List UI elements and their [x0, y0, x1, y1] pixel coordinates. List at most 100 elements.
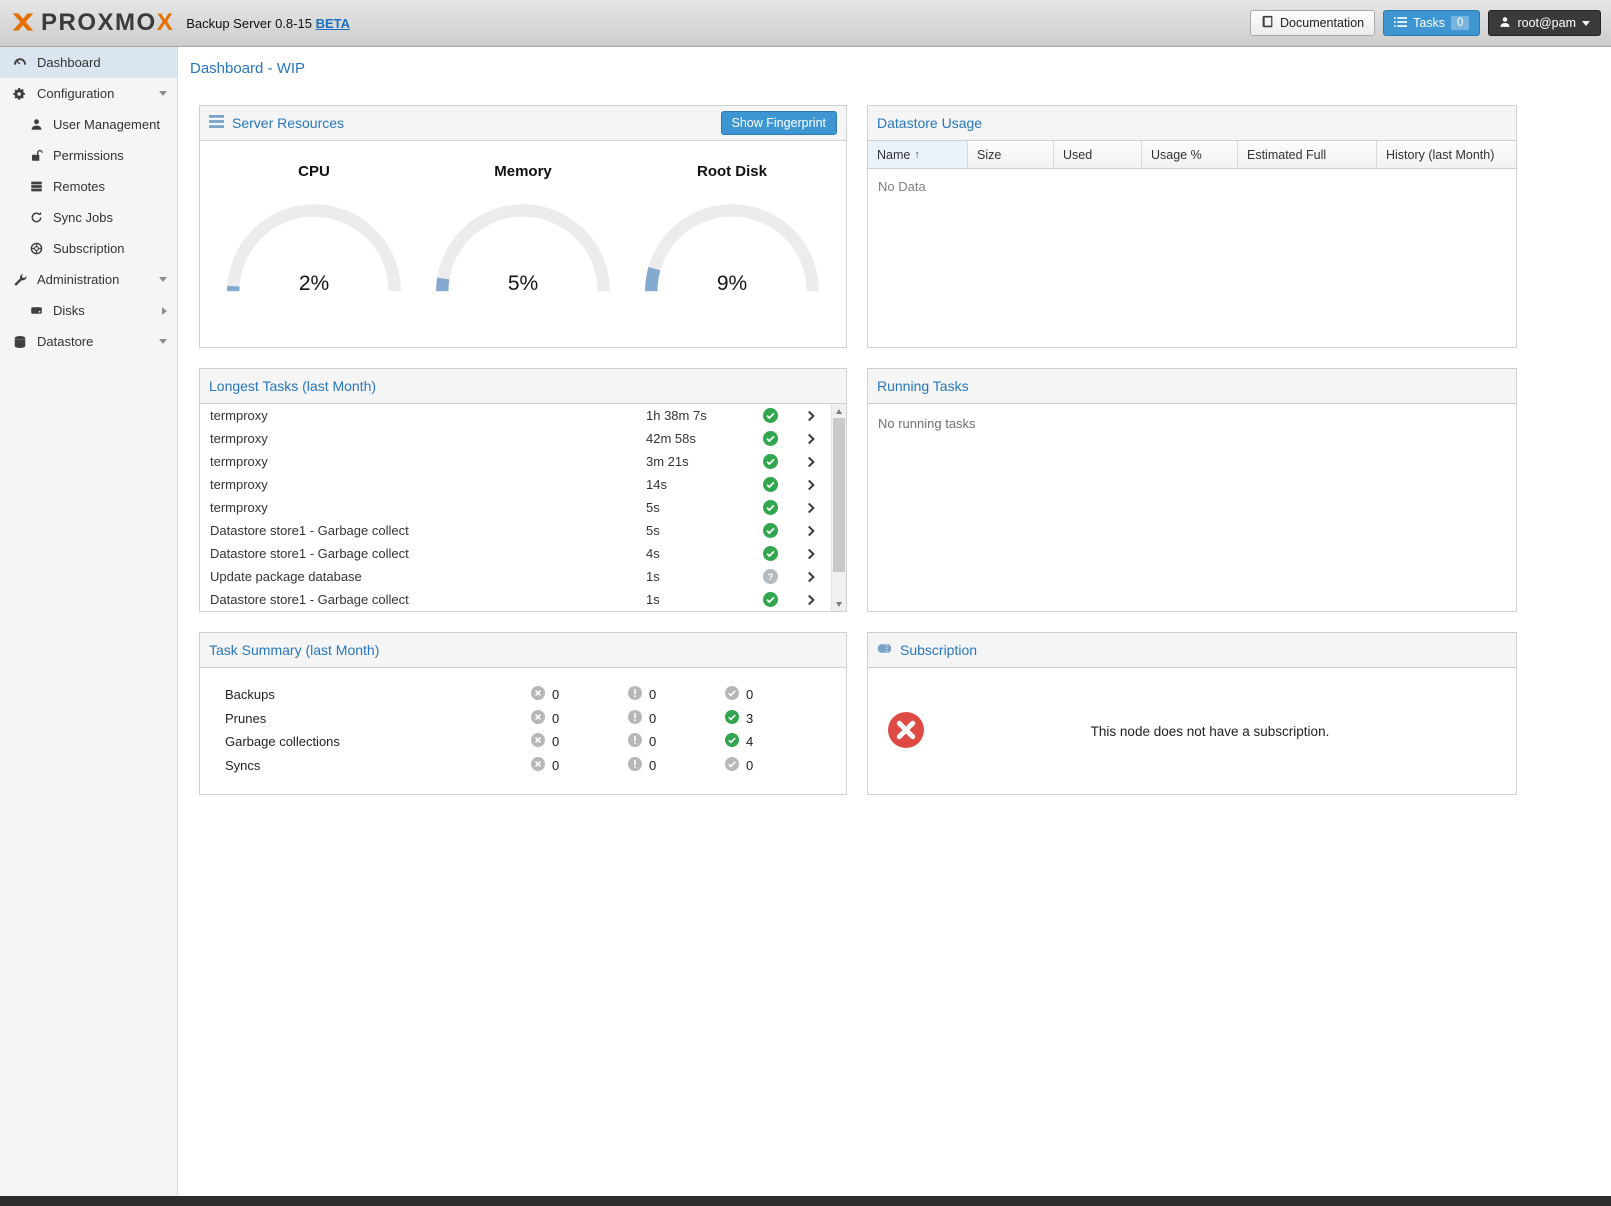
status-ok-icon	[749, 592, 791, 607]
column-header-estimated-full[interactable]: Estimated Full	[1238, 141, 1377, 168]
error-count-group[interactable]: 0	[531, 710, 628, 727]
task-duration: 1s	[646, 569, 749, 584]
proxmox-logo[interactable]: PROXMOX	[10, 9, 174, 38]
column-header-size[interactable]: Size	[968, 141, 1054, 168]
error-count-group[interactable]: 0	[531, 686, 628, 703]
open-task-chevron-icon[interactable]	[791, 433, 831, 445]
task-row[interactable]: termproxy 3m 21s	[200, 450, 831, 473]
status-ok-icon	[749, 477, 791, 492]
status-ok-icon	[749, 454, 791, 469]
open-task-chevron-icon[interactable]	[791, 456, 831, 468]
column-header-usage-percent[interactable]: Usage %	[1142, 141, 1238, 168]
task-name: Update package database	[200, 569, 646, 584]
warning-count-group[interactable]: 0	[628, 757, 725, 774]
sidebar-item-disks[interactable]: Disks	[0, 295, 177, 326]
root-disk-gauge: Root Disk 9%	[637, 141, 827, 297]
server-resources-header: Server Resources Show Fingerprint	[200, 106, 846, 141]
tasks-button[interactable]: Tasks 0	[1383, 10, 1480, 36]
task-row[interactable]: termproxy 1h 38m 7s	[200, 404, 831, 427]
column-header-used[interactable]: Used	[1054, 141, 1142, 168]
user-menu-button[interactable]: root@pam	[1488, 10, 1601, 36]
subscription-panel: Subscription This node does not have a s…	[867, 632, 1517, 795]
chevron-down-icon[interactable]	[159, 339, 167, 344]
sidebar-item-sync-jobs[interactable]: Sync Jobs	[0, 202, 177, 233]
error-count-group[interactable]: 0	[531, 757, 628, 774]
sidebar-item-label: User Management	[53, 117, 160, 132]
task-row[interactable]: Datastore store1 - Garbage collect 5s	[200, 519, 831, 542]
open-task-chevron-icon[interactable]	[791, 525, 831, 537]
chevron-down-icon	[1582, 21, 1590, 26]
warning-circle-icon	[628, 733, 642, 750]
task-name: termproxy	[200, 408, 646, 423]
column-header-history[interactable]: History (last Month)	[1377, 141, 1516, 168]
documentation-button[interactable]: Documentation	[1250, 10, 1375, 36]
sidebar-item-label: Configuration	[37, 86, 114, 101]
open-task-chevron-icon[interactable]	[791, 594, 831, 606]
ok-count-group[interactable]: 3	[725, 710, 822, 727]
ok-count-group[interactable]: 0	[725, 757, 822, 774]
triangle-down-icon	[836, 602, 842, 607]
task-row[interactable]: Datastore store1 - Garbage collect 4s	[200, 542, 831, 565]
ticket-icon	[877, 642, 892, 658]
open-task-chevron-icon[interactable]	[791, 548, 831, 560]
sidebar-item-administration[interactable]: Administration	[0, 264, 177, 295]
scroll-down-button[interactable]	[832, 597, 846, 611]
task-summary-header: Task Summary (last Month)	[200, 633, 846, 668]
summary-label: Backups	[200, 687, 531, 702]
error-circle-icon	[531, 733, 545, 750]
resource-bars-icon	[209, 115, 224, 131]
datastore-usage-body: Name ↑ Size Used Usage % Estimated Full …	[868, 141, 1516, 347]
main-content: Dashboard - WIP Server Resources Show Fi…	[178, 47, 1611, 1196]
sidebar-item-configuration[interactable]: Configuration	[0, 78, 177, 109]
scrollbar-thumb[interactable]	[833, 418, 845, 572]
sidebar-item-datastore[interactable]: Datastore	[0, 326, 177, 357]
open-task-chevron-icon[interactable]	[791, 502, 831, 514]
scroll-up-button[interactable]	[832, 404, 846, 418]
user-icon	[28, 118, 44, 131]
book-icon	[1261, 15, 1274, 31]
chevron-down-icon[interactable]	[159, 91, 167, 96]
status-ok-icon	[749, 546, 791, 561]
task-row[interactable]: termproxy 14s	[200, 473, 831, 496]
status-ok-icon	[749, 431, 791, 446]
task-row[interactable]: Datastore store1 - Garbage collect 1s	[200, 588, 831, 611]
warning-count-group[interactable]: 0	[628, 710, 725, 727]
task-list-icon	[1394, 16, 1407, 31]
warning-count-group[interactable]: 0	[628, 733, 725, 750]
sidebar-item-remotes[interactable]: Remotes	[0, 171, 177, 202]
running-tasks-panel: Running Tasks No running tasks	[867, 368, 1517, 612]
summary-label: Prunes	[200, 711, 531, 726]
task-name: termproxy	[200, 500, 646, 515]
sidebar-item-label: Permissions	[53, 148, 124, 163]
task-row[interactable]: Update package database 1s ?	[200, 565, 831, 588]
beta-link[interactable]: BETA	[316, 16, 350, 31]
sidebar-item-dashboard[interactable]: Dashboard	[0, 47, 177, 78]
open-task-chevron-icon[interactable]	[791, 479, 831, 491]
ok-circle-icon	[725, 733, 739, 750]
longest-tasks-body: termproxy 1h 38m 7s termproxy 42m 58s	[200, 404, 846, 611]
show-fingerprint-button[interactable]: Show Fingerprint	[721, 111, 838, 135]
chevron-right-icon[interactable]	[162, 307, 167, 315]
open-task-chevron-icon[interactable]	[791, 410, 831, 422]
chevron-down-icon[interactable]	[159, 277, 167, 282]
task-row[interactable]: termproxy 42m 58s	[200, 427, 831, 450]
error-count-group[interactable]: 0	[531, 733, 628, 750]
task-row[interactable]: termproxy 5s	[200, 496, 831, 519]
subscription-message: This node does not have a subscription.	[924, 724, 1496, 739]
subscription-header: Subscription	[868, 633, 1516, 668]
proxmox-logo-icon	[10, 9, 36, 38]
open-task-chevron-icon[interactable]	[791, 571, 831, 583]
vertical-scrollbar[interactable]	[831, 404, 846, 611]
sidebar-item-subscription[interactable]: Subscription	[0, 233, 177, 264]
sidebar-item-user-management[interactable]: User Management	[0, 109, 177, 140]
app-version-text: Backup Server 0.8-15	[186, 16, 312, 31]
tasks-label: Tasks	[1413, 16, 1445, 30]
sync-icon	[28, 211, 44, 224]
ok-count-group[interactable]: 4	[725, 733, 822, 750]
ok-count-group[interactable]: 0	[725, 686, 822, 703]
sidebar-item-permissions[interactable]: Permissions	[0, 140, 177, 171]
warning-count: 0	[649, 734, 656, 749]
warning-count-group[interactable]: 0	[628, 686, 725, 703]
column-header-name[interactable]: Name ↑	[868, 141, 968, 168]
warning-count: 0	[649, 711, 656, 726]
